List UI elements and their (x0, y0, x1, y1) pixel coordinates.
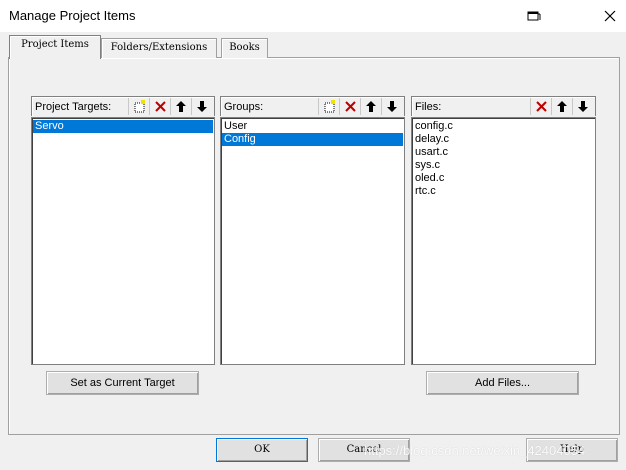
title-bar: Manage Project Items (0, 0, 626, 32)
new-group-icon[interactable] (318, 98, 339, 115)
tab-folders-extensions[interactable]: Folders/Extensions (101, 38, 217, 58)
list-item[interactable]: User (222, 120, 403, 133)
new-target-icon[interactable] (128, 98, 149, 115)
groups-header: Groups: (220, 96, 405, 116)
move-down-icon[interactable] (381, 98, 402, 115)
targets-header: Project Targets: (31, 96, 215, 116)
restore-icon[interactable] (524, 6, 544, 26)
move-up-icon[interactable] (551, 98, 572, 115)
files-list[interactable]: config.c delay.c usart.c sys.c oled.c rt… (411, 117, 596, 365)
list-item[interactable]: delay.c (413, 133, 594, 146)
files-header: Files: (411, 96, 596, 116)
list-item[interactable]: config.c (413, 120, 594, 133)
list-item[interactable]: usart.c (413, 146, 594, 159)
tab-books[interactable]: Books (221, 38, 268, 58)
list-item[interactable]: sys.c (413, 159, 594, 172)
move-down-icon[interactable] (191, 98, 212, 115)
move-up-icon[interactable] (170, 98, 191, 115)
move-down-icon[interactable] (572, 98, 593, 115)
delete-target-icon[interactable] (149, 98, 170, 115)
help-button[interactable]: Help (526, 438, 618, 462)
cancel-button[interactable]: Cancel (318, 438, 410, 462)
groups-list[interactable]: User Config (220, 117, 405, 365)
delete-group-icon[interactable] (339, 98, 360, 115)
groups-label: Groups: (224, 101, 264, 113)
list-item[interactable]: Config (222, 133, 403, 146)
close-icon[interactable] (600, 6, 620, 26)
add-files-button[interactable]: Add Files... (426, 371, 579, 395)
tab-label: Books (229, 42, 260, 53)
targets-list[interactable]: Servo (31, 117, 215, 365)
list-item[interactable]: oled.c (413, 172, 594, 185)
delete-file-icon[interactable] (530, 98, 551, 115)
tab-label: Folders/Extensions (110, 42, 208, 53)
window-title: Manage Project Items (9, 8, 136, 23)
move-up-icon[interactable] (360, 98, 381, 115)
list-item[interactable]: rtc.c (413, 185, 594, 198)
tab-project-items[interactable]: Project Items (9, 35, 101, 59)
targets-label: Project Targets: (35, 101, 112, 113)
list-item[interactable]: Servo (33, 120, 213, 133)
tab-label: Project Items (21, 39, 89, 50)
files-label: Files: (415, 101, 442, 113)
set-current-target-button[interactable]: Set as Current Target (46, 371, 199, 395)
ok-button[interactable]: OK (216, 438, 308, 462)
